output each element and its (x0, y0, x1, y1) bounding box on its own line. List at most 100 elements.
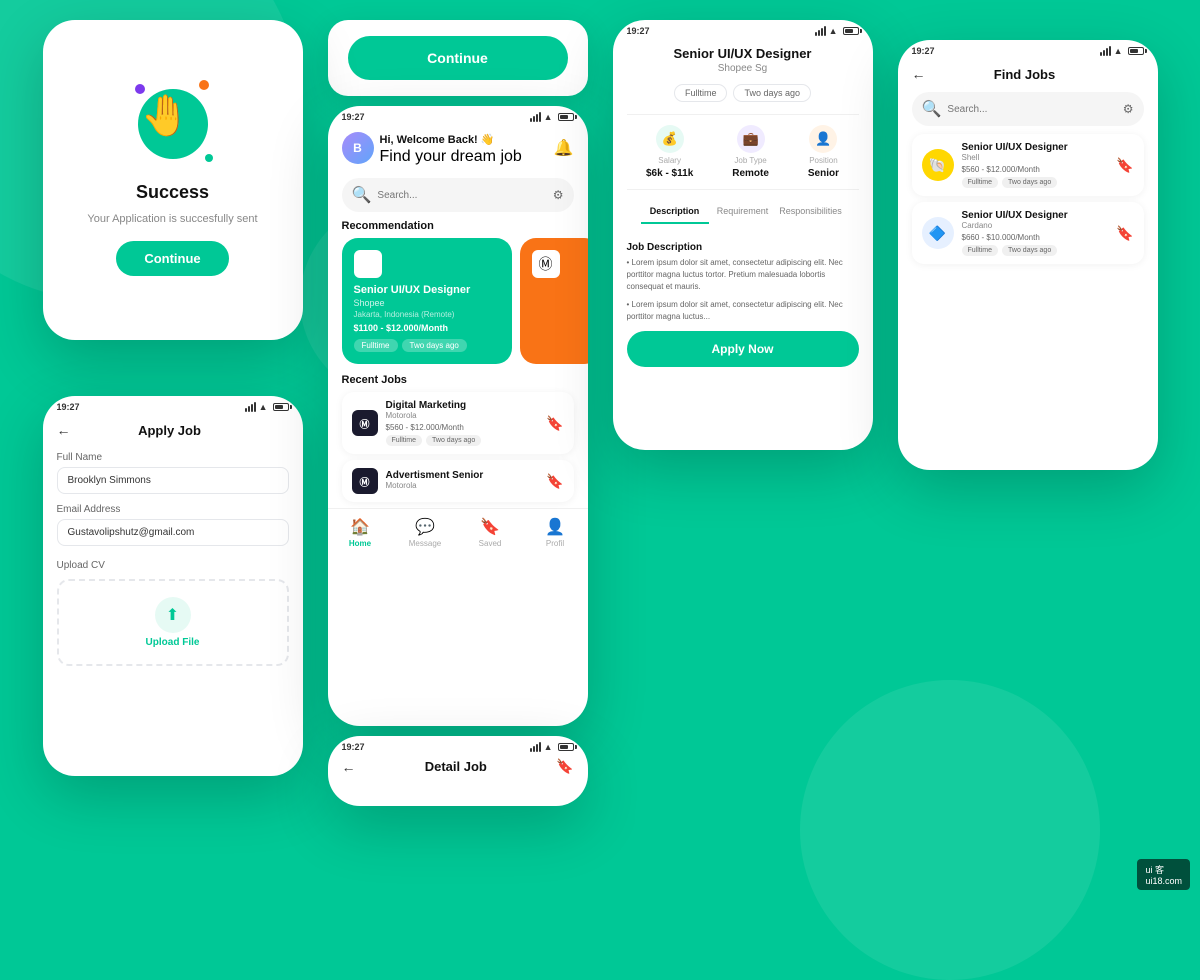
find-bookmark-2[interactable]: 🔖 (1116, 225, 1133, 242)
rec-tag-days: Two days ago (402, 339, 467, 352)
tab-responsibilities[interactable]: Responsibilities (777, 200, 845, 224)
job-salary-1: $560 - $12.000/Month (386, 423, 539, 432)
job-title-2: Advertisment Senior (386, 470, 539, 481)
recommendation-title: Recommendation (328, 220, 588, 232)
main-container: 🤚 Success Your Application is succesfull… (0, 0, 1200, 900)
col-center: Continue 19:27 ▲ B Hi, (328, 20, 588, 806)
apply-status-time: 19:27 (57, 402, 80, 412)
rec-job-title: Senior UI/UX Designer (354, 284, 500, 296)
dot-green-sm (205, 154, 213, 162)
job-item-digital[interactable]: Ⓜ Digital Marketing Motorola $560 - $12.… (342, 392, 574, 454)
nav-home[interactable]: 🏠 Home (335, 517, 385, 548)
find-job-salary-2: $660 - $10.000/Month (962, 233, 1109, 242)
find-job-tags-2: Fulltime Two days ago (962, 245, 1109, 256)
nav-message[interactable]: 💬 Message (400, 517, 450, 548)
find-search-input[interactable] (947, 104, 1116, 115)
full-name-label: Full Name (57, 452, 289, 463)
find-job-item-cardano[interactable]: 🔷 Senior UI/UX Designer Cardano $660 - $… (912, 202, 1144, 264)
find-bookmark-1[interactable]: 🔖 (1116, 157, 1133, 174)
detail-company-sub: Shopee Sg (627, 63, 859, 74)
avatar: B (342, 132, 374, 164)
job-type-value: Remote (732, 168, 769, 179)
salary-value: $6k - $11k (646, 168, 693, 179)
apply-back-button[interactable]: ← (57, 422, 71, 438)
job-type-label: Job Type (734, 156, 766, 165)
job-desc-title: Job Description (613, 242, 873, 253)
job-item-advertisment[interactable]: Ⓜ Advertisment Senior Motorola 🔖 (342, 460, 574, 502)
profile-nav-icon: 👤 (545, 517, 565, 537)
detail-tag-days: Two days ago (733, 84, 811, 102)
wifi-icon: ▲ (259, 402, 268, 412)
detail-tags: Fulltime Two days ago (627, 84, 859, 102)
recent-jobs-title: Recent Jobs (328, 374, 588, 386)
detail-status-bar: 19:27 ▲ (328, 736, 588, 752)
tab-requirement[interactable]: Requirement (709, 200, 777, 224)
find-search-icon: 🔍 (922, 99, 942, 119)
notification-bell-icon[interactable]: 🔔 (554, 138, 574, 158)
greeting-hi-text: Hi, Welcome Back! 👋 (380, 134, 495, 146)
stat-salary: 💰 Salary $6k - $11k (646, 125, 693, 179)
find-job-item-shell[interactable]: 🐚 Senior UI/UX Designer Shell $560 - $12… (912, 134, 1144, 196)
job-title-1: Digital Marketing (386, 400, 539, 411)
find-back-button[interactable]: ← (912, 66, 926, 82)
greeting-col: B Hi, Welcome Back! 👋 Find your dream jo… (342, 130, 522, 166)
nav-profile[interactable]: 👤 Profil (530, 517, 580, 548)
find-tag-days-2: Two days ago (1002, 245, 1057, 256)
tab-description[interactable]: Description (641, 200, 709, 224)
apply-job-title: Apply Job (138, 423, 201, 438)
find-job-salary-1: $560 - $12.000/Month (962, 165, 1109, 174)
rec-card-motorola[interactable]: Ⓜ (520, 238, 588, 364)
success-subtitle: Your Application is succesfully sent (87, 213, 257, 225)
job-type-icon: 💼 (737, 125, 765, 153)
detail-job-bookmark-button[interactable]: 🔖 (556, 758, 573, 775)
detail-job-title: Detail Job (425, 759, 487, 774)
continue-button[interactable]: Continue (348, 36, 568, 80)
greeting-hi: Hi, Welcome Back! 👋 (380, 130, 522, 148)
job-info-1: Digital Marketing Motorola $560 - $12.00… (386, 400, 539, 446)
job-tag-fulltime-1: Fulltime (386, 435, 423, 446)
salary-label: Salary (658, 156, 681, 165)
detail-job-back-button[interactable]: ← (342, 759, 356, 775)
position-value: Senior (808, 168, 839, 179)
detail-battery-icon (558, 743, 574, 751)
find-job-company-1: Shell (962, 153, 1109, 162)
bottom-nav: 🏠 Home 💬 Message 🔖 Saved 👤 Profil (328, 508, 588, 558)
home-battery-icon (558, 113, 574, 121)
home-search-input[interactable] (377, 190, 546, 201)
find-jobs-title: Find Jobs (994, 67, 1055, 82)
find-tag-fulltime-1: Fulltime (962, 177, 999, 188)
upload-file-text: Upload File (146, 637, 200, 648)
watermark-line1: ui 客 (1145, 863, 1182, 876)
success-continue-button[interactable]: Continue (116, 241, 228, 276)
battery-icon (273, 403, 289, 411)
hand-icon: 🤚 (141, 92, 191, 139)
apply-body: Full Name Email Address Upload CV ⬆ Uplo… (43, 444, 303, 674)
bookmark-button-2[interactable]: 🔖 (546, 473, 563, 490)
find-search-bar: 🔍 ⚙ (912, 92, 1144, 126)
job-tags-1: Fulltime Two days ago (386, 435, 539, 446)
job-desc-text-1: • Lorem ipsum dolor sit amet, consectetu… (613, 257, 873, 293)
detail-company-name: Senior UI/UX Designer (627, 46, 859, 61)
find-status-bar: 19:27 ▲ (898, 40, 1158, 56)
job-detail-screen: 19:27 ▲ Senior UI/UX Designer Shopee Sg … (613, 20, 873, 450)
full-name-input[interactable] (57, 467, 289, 494)
upload-area[interactable]: ⬆ Upload File (57, 579, 289, 666)
salary-icon: 💰 (656, 125, 684, 153)
filter-button[interactable]: ⚙ (553, 188, 564, 202)
find-battery-icon (1128, 47, 1144, 55)
email-input[interactable] (57, 519, 289, 546)
apply-now-button[interactable]: Apply Now (627, 331, 859, 367)
bookmark-button-1[interactable]: 🔖 (546, 415, 563, 432)
find-tag-days-1: Two days ago (1002, 177, 1057, 188)
success-screen: 🤚 Success Your Application is succesfull… (43, 20, 303, 340)
find-job-title-1: Senior UI/UX Designer (962, 142, 1109, 153)
find-header: ← Find Jobs (898, 56, 1158, 88)
find-filter-button[interactable]: ⚙ (1123, 102, 1134, 116)
tab-row: Description Requirement Responsibilities (627, 200, 859, 224)
nav-saved[interactable]: 🔖 Saved (465, 517, 515, 548)
detail-screen-status-bar: 19:27 ▲ (613, 20, 873, 36)
motorola-logo-1: Ⓜ (352, 410, 378, 436)
rec-card-shopee[interactable]: 🛍 Senior UI/UX Designer Shopee Jakarta, … (342, 238, 512, 364)
find-job-title-2: Senior UI/UX Designer (962, 210, 1109, 221)
signal-icon (245, 402, 256, 412)
